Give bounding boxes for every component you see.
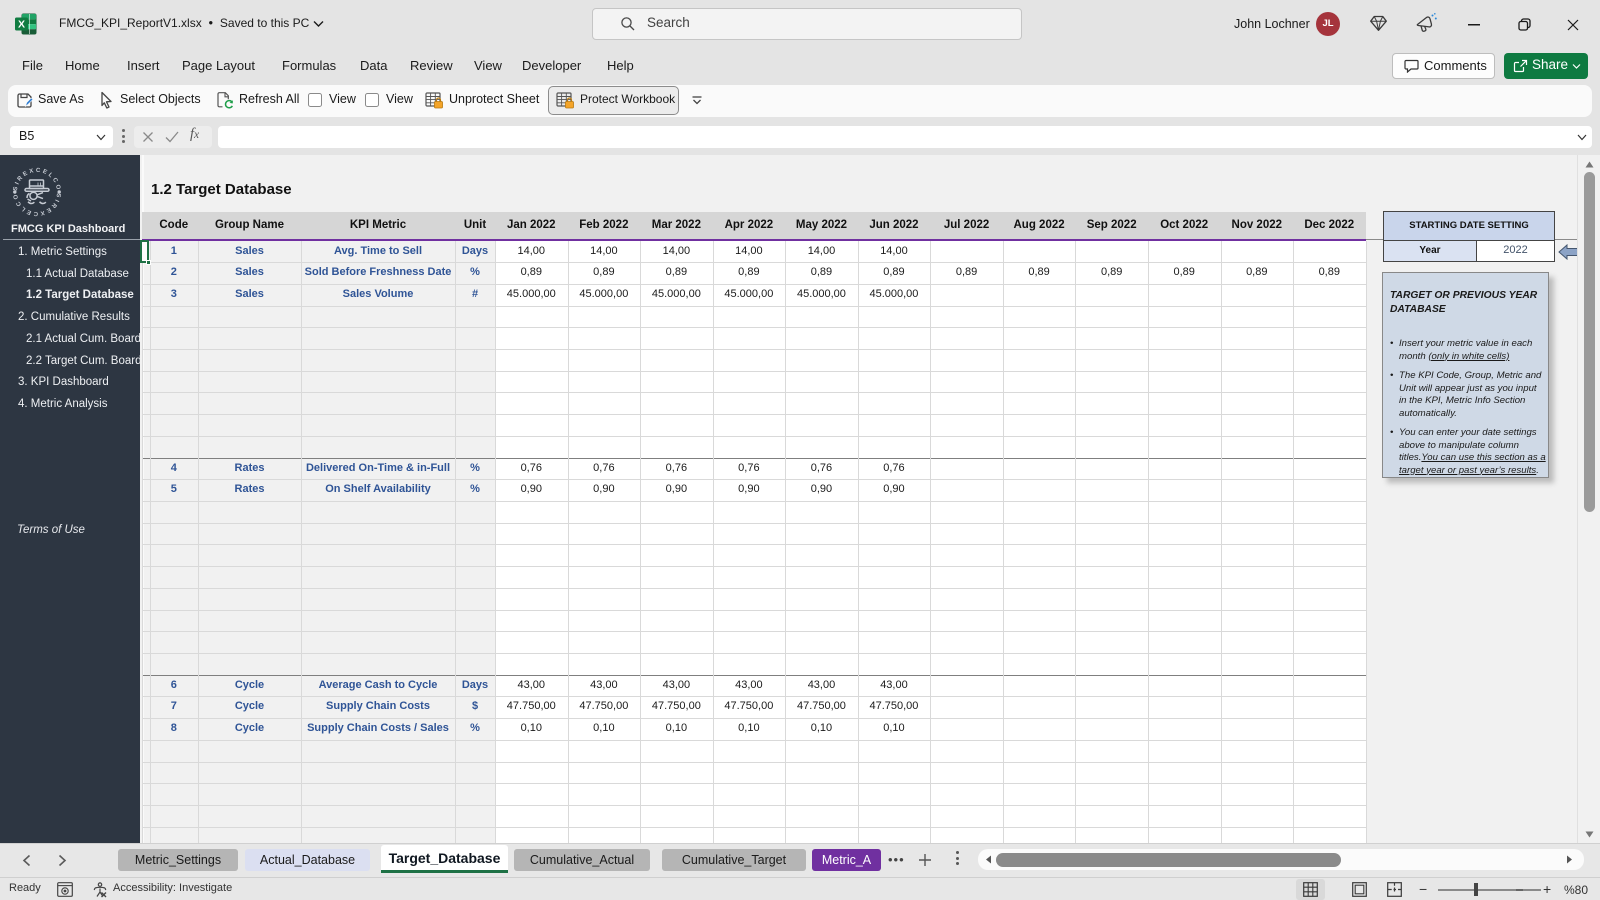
svg-text:X: X (18, 19, 25, 31)
